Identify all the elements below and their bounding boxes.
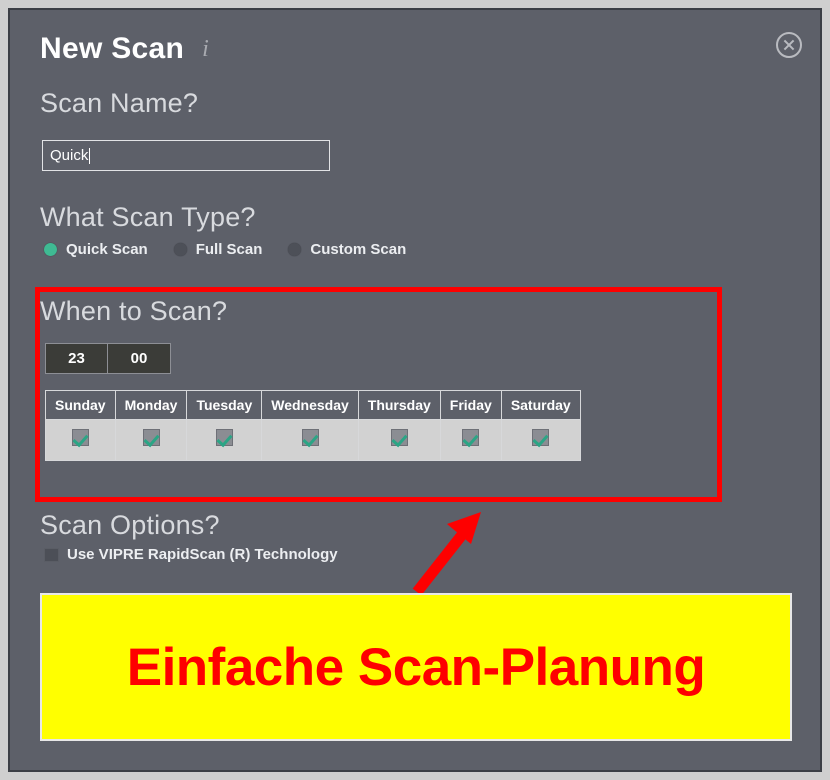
scan-options-heading: Scan Options? [40, 510, 220, 540]
dialog-header: New Scan i [40, 32, 209, 66]
radio-label-quick-scan: Quick Scan [66, 241, 148, 258]
schedule-highlight-box [35, 287, 722, 502]
scan-type-radio-group: Quick Scan Full Scan Custom Scan [44, 241, 432, 258]
info-icon[interactable]: i [202, 36, 209, 63]
page-title: New Scan [40, 32, 185, 65]
radio-icon-quick-scan [44, 243, 57, 256]
radio-option-quick-scan[interactable]: Quick Scan [44, 241, 148, 258]
annotation-banner-text: Einfache Scan-Planung [126, 637, 706, 697]
scan-name-heading: Scan Name? [40, 88, 199, 118]
radio-label-custom-scan: Custom Scan [310, 241, 407, 258]
radio-label-full-scan: Full Scan [195, 241, 263, 258]
radio-option-custom-scan[interactable]: Custom Scan [288, 241, 406, 258]
scan-name-value: Quick [50, 147, 89, 164]
annotation-arrow-icon [412, 512, 481, 596]
scan-name-input[interactable]: Quick [42, 140, 330, 171]
rapidscan-label: Use VIPRE RapidScan (R) Technology [67, 546, 338, 563]
radio-icon-full-scan [173, 243, 187, 256]
new-scan-dialog: New Scan i Scan Name? Quick What Scan Ty… [8, 8, 822, 772]
radio-icon-custom-scan [288, 243, 302, 256]
annotation-banner: Einfache Scan-Planung [40, 593, 792, 741]
screenshot-root: New Scan i Scan Name? Quick What Scan Ty… [0, 0, 830, 780]
rapidscan-option[interactable]: Use VIPRE RapidScan (R) Technology [44, 546, 338, 563]
rapidscan-checkbox[interactable] [44, 547, 59, 562]
scan-type-heading: What Scan Type? [40, 202, 256, 232]
text-caret [89, 147, 91, 164]
close-icon[interactable] [776, 32, 802, 58]
radio-option-full-scan[interactable]: Full Scan [173, 241, 263, 258]
